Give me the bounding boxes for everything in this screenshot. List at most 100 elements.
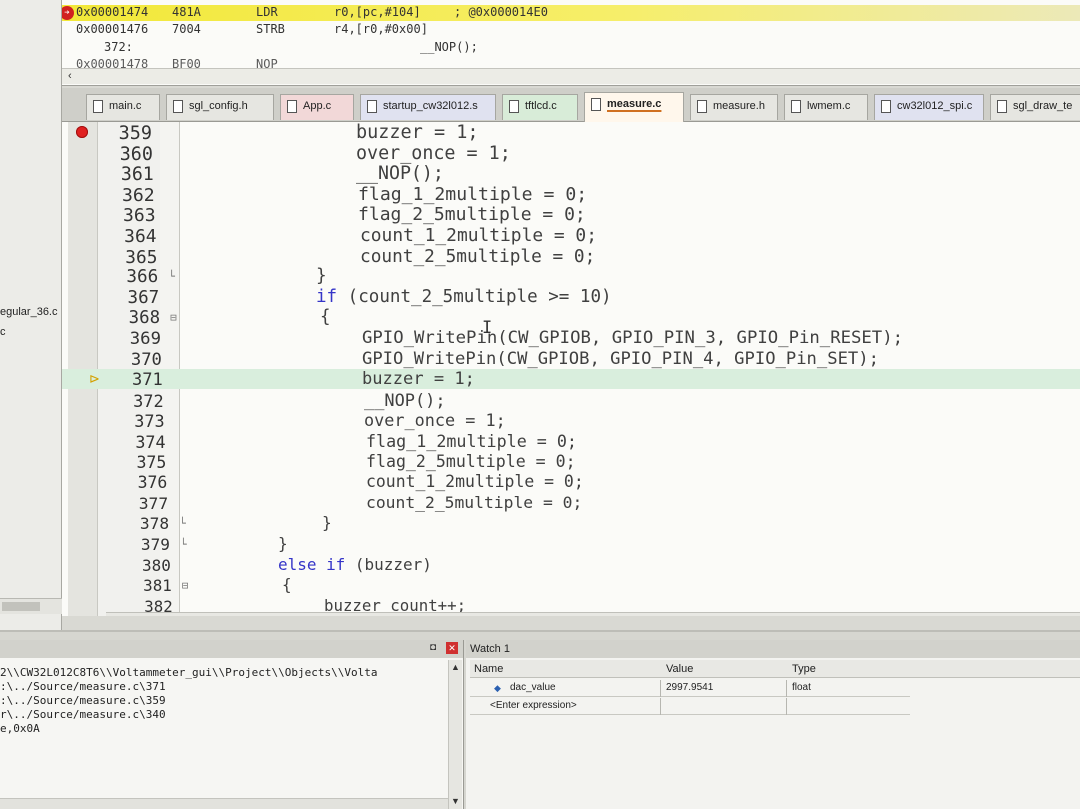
watch-panel: Watch 1 Name Value Type ◆ dac_value 2997… <box>466 640 1080 809</box>
code-line[interactable]: 371 buzzer = 1; ⊳ <box>62 369 1080 390</box>
code-line[interactable]: 374 flag_1_2multiple = 0; <box>62 431 1080 452</box>
fold-end-icon: └ <box>180 538 187 551</box>
project-file-item[interactable]: c <box>0 326 6 338</box>
code-line[interactable]: 377 count_2_5multiple = 0; <box>62 493 1080 513</box>
code-line[interactable]: 368 ⊟ { <box>62 307 1080 329</box>
code-text: else if (buzzer) <box>278 555 432 574</box>
code-content: { <box>282 575 292 595</box>
scroll-left-arrow-icon[interactable]: ‹ <box>68 70 72 82</box>
disassembly-hscrollbar[interactable]: ‹ <box>62 68 1080 84</box>
dis-opcode: 481A <box>172 5 201 19</box>
code-content: over_once = 1; <box>364 410 506 431</box>
code-content: over_once = 1; <box>356 142 511 164</box>
code-line[interactable]: 376 count_1_2multiple = 0; <box>62 472 1080 492</box>
watch-panel-header[interactable]: Watch 1 <box>466 640 1080 658</box>
watch-row[interactable]: ◆ dac_value 2997.9541 float <box>470 680 910 697</box>
code-line[interactable]: 364 count_1_2multiple = 0; <box>62 225 1080 247</box>
watch-value[interactable]: 2997.9541 <box>666 682 713 693</box>
tab-sgl-draw-te[interactable]: sgl_draw_te <box>990 94 1080 120</box>
file-icon <box>697 100 707 113</box>
code-line[interactable]: 370 GPIO_WritePin(CW_GPIOB, GPIO_PIN_4, G… <box>62 349 1080 370</box>
code-line[interactable]: 380 else if (buzzer) <box>62 555 1080 575</box>
code-content: GPIO_WritePin(CW_GPIOB, GPIO_PIN_3, GPIO… <box>362 328 904 348</box>
code-line[interactable]: 362 flag_1_2multiple = 0; <box>62 184 1080 206</box>
code-line[interactable]: 367 if (count_2_5multiple >= 10) <box>62 287 1080 308</box>
command-output-line: r\../Source/measure.c\340 <box>0 708 166 721</box>
code-editor[interactable]: 359 buzzer = 1; 360 over_once = 1; 361 __NOP(… <box>62 122 1080 616</box>
code-text: flag_2_5multiple = 0; <box>366 452 576 471</box>
dis-operands: r0,[pc,#104] <box>334 5 421 19</box>
dis-mnemonic: STRB <box>256 22 285 36</box>
tab-tftlcd-c[interactable]: tftlcd.c <box>502 94 578 120</box>
enter-expression-field[interactable]: <Enter expression> <box>490 700 577 711</box>
code-content: count_2_5multiple = 0; <box>366 492 583 512</box>
tab-startup-cw32l012-s[interactable]: startup_cw32l012.s <box>360 94 496 120</box>
code-line[interactable]: 360 over_once = 1; <box>62 142 1080 165</box>
code-text: if (count_2_5multiple >= 10) <box>316 287 612 307</box>
tab-lwmem-c[interactable]: lwmem.c <box>784 94 868 120</box>
code-text: over_once = 1; <box>364 410 506 430</box>
scroll-left-arrow-icon[interactable]: ‹ <box>110 613 114 616</box>
line-number: 368 <box>128 308 161 329</box>
tab-measure-c[interactable]: measure.c <box>584 92 684 122</box>
column-header-value[interactable]: Value <box>666 663 693 675</box>
code-line[interactable]: 366 └} <box>62 266 1080 287</box>
code-line[interactable]: 363 flag_2_5multiple = 0; <box>62 204 1080 226</box>
code-line[interactable]: 379 └} <box>62 534 1080 554</box>
tab-sgl-config-h[interactable]: sgl_config.h <box>166 94 274 120</box>
dis-address: 0x00001476 <box>76 22 149 36</box>
scroll-thumb[interactable] <box>2 602 40 611</box>
line-number: 374 <box>135 432 166 452</box>
file-icon <box>509 100 519 113</box>
editor-tab-bar: main.c sgl_config.h App.c startup_cw32l012.… <box>62 88 1080 122</box>
line-number: 372 <box>133 390 164 411</box>
dis-mnemonic: LDR <box>256 5 278 19</box>
watch-row-new[interactable]: <Enter expression> <box>470 698 910 715</box>
command-output-panel: ◘ ✕ 2\\CW32L012C8T6\\Voltammeter_gui\\Pr… <box>0 640 464 809</box>
scroll-up-arrow-icon[interactable]: ▲ <box>451 662 460 672</box>
column-header-name[interactable]: Name <box>474 663 503 675</box>
column-divider <box>660 698 661 715</box>
tab-main-c[interactable]: main.c <box>86 94 160 120</box>
pin-icon[interactable]: ◘ <box>430 642 436 653</box>
code-line[interactable]: 378 └} <box>62 513 1080 533</box>
breakpoint-icon[interactable] <box>76 126 88 138</box>
file-icon <box>93 100 103 113</box>
file-icon <box>881 100 891 113</box>
code-line[interactable]: 373 over_once = 1; <box>62 410 1080 431</box>
column-header-type[interactable]: Type <box>792 663 816 675</box>
code-content: buzzer = 1; <box>362 369 475 390</box>
project-file-item[interactable]: egular_36.c <box>0 306 58 318</box>
code-text: } <box>322 513 332 532</box>
tab-app-c[interactable]: App.c <box>280 94 354 120</box>
file-icon <box>173 100 183 113</box>
code-line[interactable]: 381 ⊟ { <box>62 575 1080 595</box>
code-content: } <box>322 513 332 533</box>
variable-icon: ◆ <box>494 683 501 693</box>
fold-collapse-icon[interactable]: ⊟ <box>170 311 177 324</box>
code-line[interactable]: 361 __NOP(); <box>62 163 1080 185</box>
watch-tab-title[interactable]: Watch 1 <box>470 643 510 655</box>
code-line[interactable]: 375 flag_2_5multiple = 0; <box>62 452 1080 472</box>
code-line[interactable]: 372 __NOP(); <box>62 390 1080 411</box>
tab-label: measure.c <box>607 98 662 110</box>
tab-label: cw32l012_spi.c <box>897 100 973 112</box>
command-hscrollbar[interactable] <box>0 798 448 809</box>
code-line[interactable]: 365 count_2_5multiple = 0; <box>62 246 1080 268</box>
line-number: 360 <box>119 143 153 165</box>
code-line[interactable]: 359 buzzer = 1; <box>62 122 1080 144</box>
editor-hscrollbar[interactable]: ‹ <box>106 612 1080 616</box>
watch-column-headers: Name Value Type <box>470 660 1080 678</box>
close-icon[interactable]: ✕ <box>446 642 458 654</box>
code-line[interactable]: 369 GPIO_WritePin(CW_GPIOB, GPIO_PIN_3, G… <box>62 328 1080 349</box>
line-number: 370 <box>130 349 162 370</box>
scroll-down-arrow-icon[interactable]: ▼ <box>451 796 460 806</box>
fold-collapse-icon[interactable]: ⊟ <box>182 579 189 592</box>
fold-end-icon: └ <box>179 517 186 531</box>
tab-measure-h[interactable]: measure.h <box>690 94 778 120</box>
tab-cw32l012-spi-c[interactable]: cw32l012_spi.c <box>874 94 984 120</box>
disassembly-line-current[interactable]: ➔ 0x00001474 481A LDR r0,[pc,#104] ; @0x… <box>62 5 1080 21</box>
file-icon <box>287 100 297 113</box>
command-vscrollbar[interactable]: ▲ ▼ <box>448 660 462 809</box>
line-number: 375 <box>136 452 167 472</box>
